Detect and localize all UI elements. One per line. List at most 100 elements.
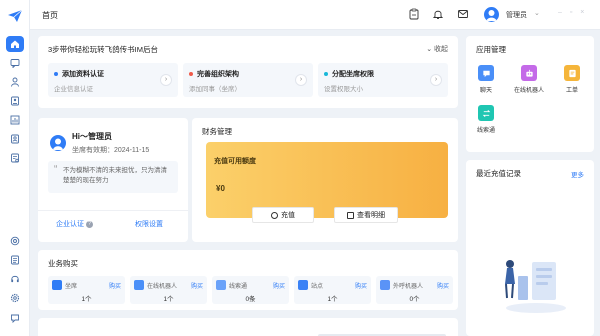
finance-card: 财务管理 充值可用额度 ¥0 充值 查看明细 <box>192 118 458 242</box>
app-chat[interactable]: 聊天 <box>466 65 506 94</box>
onboarding-step[interactable]: 完善组织架构 添加同事（坐席） › <box>183 63 313 97</box>
mail-icon[interactable] <box>457 8 469 20</box>
chevron-down-icon[interactable]: ⌄ <box>534 9 540 17</box>
apps-title: 应用管理 <box>476 45 506 54</box>
onboarding-step[interactable]: 添加资料认证 企业信息认证 › <box>48 63 178 97</box>
purchase-item[interactable]: 坐席 购买 1个 <box>48 276 125 304</box>
sidebar-item-reports[interactable] <box>6 112 24 128</box>
view-details-button[interactable]: 查看明细 <box>334 207 398 223</box>
app-ticket[interactable]: 工单 <box>552 65 592 94</box>
chat-icon <box>478 65 494 81</box>
window-controls-icon[interactable]: – ▫ × <box>558 9 587 16</box>
purchase-item-name: 外呼机器人 <box>393 284 424 290</box>
app-label: 线索通 <box>476 128 495 134</box>
bell-icon[interactable] <box>432 8 444 20</box>
step-dot <box>324 72 328 76</box>
buy-link[interactable]: 购买 <box>437 281 449 290</box>
ticket-icon <box>564 65 580 81</box>
avatar[interactable] <box>484 7 499 22</box>
quota-label: 充值可用额度 <box>214 158 256 165</box>
finance-title: 财务管理 <box>202 127 232 136</box>
sidebar <box>0 0 30 336</box>
bar-chart-icon <box>10 115 20 125</box>
sidebar-item-organization[interactable] <box>6 131 24 147</box>
sidebar-item-security[interactable] <box>6 233 24 249</box>
app-label: 聊天 <box>479 88 492 94</box>
more-link[interactable]: 更多 <box>571 169 584 179</box>
purchase-item[interactable]: 在线机器人 购买 1个 <box>130 276 207 304</box>
purchase-item[interactable]: 线索通 购买 0条 <box>212 276 289 304</box>
chat-icon <box>10 59 20 68</box>
app-label: 工单 <box>565 88 578 94</box>
profile-card: Hi～管理员 坐席有效期：2024-11-15 “ 不为模糊不清的未来担忧，只为… <box>38 118 188 242</box>
recharge-icon <box>271 211 278 219</box>
purchase-item-name: 坐席 <box>65 284 78 290</box>
empty-records-illustration-icon <box>505 260 566 313</box>
org-icon <box>11 134 19 144</box>
onboarding-title: 3步带你轻松玩转飞鸽传书IM后台 <box>48 45 159 54</box>
detail-icon <box>347 211 354 219</box>
chevron-right-icon[interactable]: › <box>160 74 172 86</box>
user-avatar-icon <box>53 138 63 150</box>
purchase-item-count: 1个 <box>163 296 174 303</box>
sidebar-item-home[interactable] <box>6 36 24 52</box>
purchase-card: 业务购买 坐席 购买 1个 在线机器人 购买 1个 线索通 购买 0条 站点 购… <box>38 250 458 310</box>
buy-link[interactable]: 购买 <box>109 281 121 290</box>
app-leads[interactable]: 线索通 <box>466 105 506 134</box>
step-title: 分配坐席权限 <box>332 71 374 78</box>
buy-link[interactable]: 购买 <box>191 281 203 290</box>
site-icon <box>298 280 308 290</box>
seat-icon <box>52 280 62 290</box>
buy-link[interactable]: 购买 <box>355 281 367 290</box>
enterprise-auth-link[interactable]: 企业认证? <box>56 219 93 229</box>
step-dot <box>189 72 193 76</box>
quota-amount: ¥0 <box>216 184 225 193</box>
contact-card-icon <box>11 96 19 106</box>
recharge-button[interactable]: 充值 <box>252 207 314 223</box>
headset-icon <box>11 275 19 283</box>
quote-box: “ 不为模糊不清的未来担忧，只为清清楚楚的现在努力 <box>48 161 178 193</box>
sidebar-item-audit[interactable] <box>6 150 24 166</box>
logo-icon <box>8 9 23 22</box>
page-title: 首页 <box>42 11 58 20</box>
users-icon <box>11 77 19 87</box>
app-online-robot[interactable]: 在线机器人 <box>509 65 549 94</box>
bottom-card <box>38 318 458 336</box>
feedback-icon <box>11 314 19 323</box>
sidebar-item-service[interactable] <box>6 271 24 287</box>
sidebar-item-chat[interactable] <box>6 55 24 71</box>
divider <box>38 210 188 211</box>
document-check-icon <box>11 153 19 163</box>
greeting: Hi～管理员 <box>72 132 112 141</box>
robot-icon <box>134 280 144 290</box>
sidebar-item-records[interactable] <box>6 252 24 268</box>
purchase-item-count: 1个 <box>81 296 92 303</box>
step-subtitle: 设置权限大小 <box>324 86 363 93</box>
purchase-item-count: 1个 <box>327 296 338 303</box>
purchase-item-count: 0个 <box>409 296 420 303</box>
quota-panel: 充值可用额度 ¥0 <box>206 142 448 218</box>
buy-link[interactable]: 购买 <box>273 281 285 290</box>
chevron-right-icon[interactable]: › <box>430 74 442 86</box>
user-name[interactable]: 管理员 <box>506 10 527 20</box>
sidebar-item-settings[interactable] <box>6 290 24 306</box>
apps-card: 应用管理 聊天 在线机器人 工单 线索通 <box>466 36 594 152</box>
clipboard-icon[interactable] <box>408 8 420 20</box>
chevron-right-icon[interactable]: › <box>295 74 307 86</box>
home-icon <box>11 40 19 48</box>
onboarding-step[interactable]: 分配坐席权限 设置权限大小 › <box>318 63 448 97</box>
purchase-item-name: 站点 <box>311 284 324 290</box>
sidebar-item-feedback[interactable] <box>6 310 24 326</box>
seat-expiry: 坐席有效期：2024-11-15 <box>72 147 150 154</box>
purchase-item-name: 线索通 <box>229 284 248 290</box>
sidebar-item-users[interactable] <box>6 74 24 90</box>
step-title: 完善组织架构 <box>197 71 239 78</box>
purchase-item[interactable]: 外呼机器人 购买 0个 <box>376 276 453 304</box>
help-icon[interactable]: ? <box>86 220 93 228</box>
purchase-item-count: 0条 <box>245 296 256 303</box>
collapse-button[interactable]: ⌄ 收起 <box>426 44 448 54</box>
purchase-item[interactable]: 站点 购买 1个 <box>294 276 371 304</box>
permission-settings-link[interactable]: 权限设置 <box>135 219 163 229</box>
app-label: 在线机器人 <box>513 88 544 94</box>
sidebar-item-contacts[interactable] <box>6 93 24 109</box>
